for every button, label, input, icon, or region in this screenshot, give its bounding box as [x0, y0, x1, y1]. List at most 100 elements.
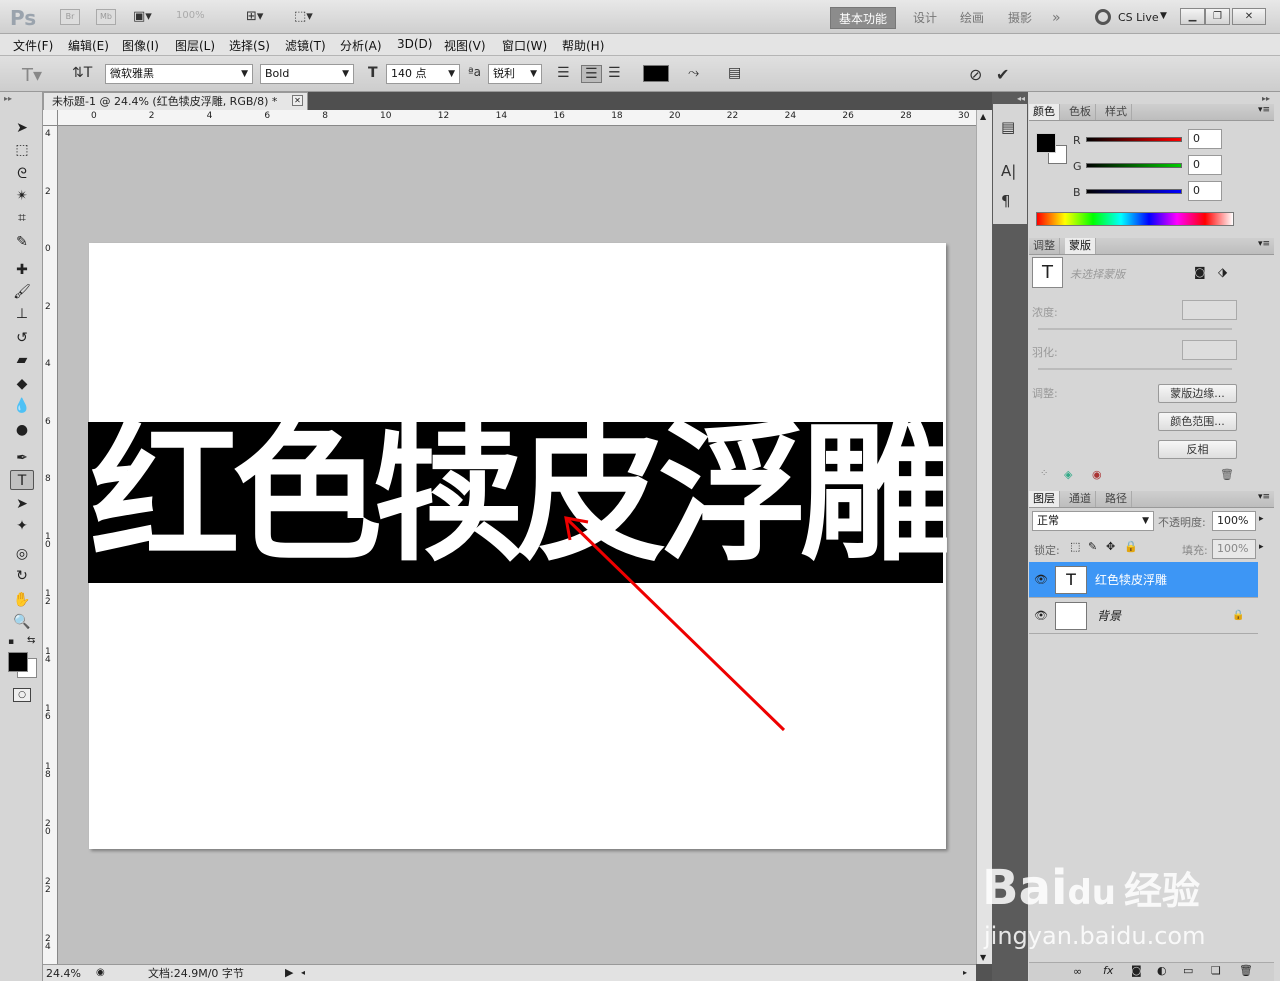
fill-slider-arrow-icon[interactable]: ▸	[1259, 542, 1264, 552]
zoom-field[interactable]: 24.4%	[46, 966, 81, 981]
healing-brush-tool-icon[interactable]: ✚	[10, 260, 34, 280]
g-slider[interactable]	[1086, 163, 1182, 168]
b-value-field[interactable]: 0	[1188, 181, 1222, 201]
menu-analysis[interactable]: 分析(A)	[340, 37, 382, 54]
scroll-left-icon[interactable]: ◂	[301, 965, 305, 980]
lasso-tool-icon[interactable]: ᘓ	[10, 164, 34, 184]
menu-help[interactable]: 帮助(H)	[562, 37, 604, 54]
layer-row-background[interactable]: 👁 背景 🔒	[1029, 598, 1258, 634]
align-center-icon[interactable]: ☰	[581, 65, 602, 83]
menu-filter[interactable]: 滤镜(T)	[285, 37, 326, 54]
tab-color[interactable]: 颜色	[1029, 104, 1060, 120]
magic-wand-tool-icon[interactable]: ✴	[10, 186, 34, 206]
minimize-button[interactable]: ▁	[1180, 8, 1205, 25]
tab-channels[interactable]: 通道	[1065, 491, 1096, 507]
hand-tool-icon[interactable]: ✋	[10, 590, 34, 610]
commit-edit-icon[interactable]: ✔	[996, 65, 1009, 84]
scroll-up-icon[interactable]: ▲	[980, 112, 986, 121]
align-left-icon[interactable]: ☰	[557, 65, 570, 81]
align-right-icon[interactable]: ☰	[608, 65, 621, 81]
foreground-color-swatch[interactable]	[8, 652, 28, 672]
horizontal-ruler[interactable]: 0 2 4 6 8 10 12 14 16 18 20 22 24 26 28 30	[58, 110, 976, 126]
scroll-right-icon[interactable]: ▸	[963, 965, 967, 980]
text-orientation-icon[interactable]: ⇅T	[72, 65, 92, 81]
delete-layer-icon[interactable]: 🗑	[1239, 964, 1253, 977]
r-value-field[interactable]: 0	[1188, 129, 1222, 149]
path-selection-tool-icon[interactable]: ➤	[10, 494, 34, 514]
status-menu-arrow-icon[interactable]: ▶	[285, 965, 293, 980]
canvas-text-layer[interactable]: 红色犊皮浮雕	[90, 410, 950, 580]
tab-adjustments[interactable]: 调整	[1029, 238, 1060, 254]
color-foreground-swatch[interactable]	[1036, 133, 1056, 153]
collapse-icon[interactable]: ▸▸	[4, 94, 12, 103]
font-family-select[interactable]: 微软雅黑 ▼	[105, 64, 253, 84]
menu-image[interactable]: 图像(I)	[122, 37, 159, 54]
eraser-tool-icon[interactable]: ▰	[10, 350, 34, 370]
3d-rotate-tool-icon[interactable]: ◎	[10, 544, 34, 564]
quick-mask-icon[interactable]: ○	[13, 688, 31, 702]
warp-text-icon[interactable]: ⤳	[688, 65, 699, 81]
eye-icon[interactable]: 👁	[1034, 598, 1048, 634]
panel-menu-icon[interactable]: ▾≡	[1258, 239, 1270, 249]
workspace-painting[interactable]: 绘画	[952, 7, 992, 29]
tab-masks[interactable]: 蒙版	[1065, 238, 1096, 254]
paint-bucket-tool-icon[interactable]: ◆	[10, 374, 34, 394]
cancel-edit-icon[interactable]: ⊘	[969, 65, 982, 84]
history-brush-tool-icon[interactable]: ↺	[10, 328, 34, 348]
restore-button[interactable]: ❐	[1205, 8, 1230, 25]
zoom-tool-icon[interactable]: 🔍	[10, 612, 34, 632]
character-panel-icon[interactable]: A|	[1001, 162, 1016, 180]
tab-paths[interactable]: 路径	[1101, 491, 1132, 507]
brush-tool-icon[interactable]: 🖌	[10, 282, 34, 302]
tab-styles[interactable]: 样式	[1101, 104, 1132, 120]
more-workspaces-button[interactable]: »	[1044, 7, 1069, 29]
menu-layer[interactable]: 图层(L)	[175, 37, 215, 54]
collapse-panels-icon[interactable]: ▸▸	[1262, 94, 1270, 103]
apply-mask-icon[interactable]: ◈	[1064, 468, 1072, 481]
marquee-tool-icon[interactable]: ⬚	[10, 140, 34, 160]
scroll-down-icon[interactable]: ▼	[980, 953, 986, 962]
font-size-select[interactable]: 140 点 ▼	[386, 64, 460, 84]
add-mask-icon[interactable]: ◙	[1131, 964, 1142, 977]
eye-icon[interactable]: 👁	[1034, 562, 1048, 598]
disable-mask-icon[interactable]: ◉	[1092, 468, 1102, 481]
blur-tool-icon[interactable]: 💧	[10, 396, 34, 416]
menu-view[interactable]: 视图(V)	[444, 37, 486, 54]
crop-tool-icon[interactable]: ⌗	[10, 208, 34, 228]
menu-window[interactable]: 窗口(W)	[502, 37, 547, 54]
history-panel-icon[interactable]: ▤	[1001, 118, 1015, 136]
3d-orbit-tool-icon[interactable]: ↻	[10, 566, 34, 586]
layer-style-icon[interactable]: fx	[1103, 964, 1113, 977]
workspace-design[interactable]: 设计	[905, 7, 945, 29]
type-tool-icon[interactable]: T	[10, 470, 34, 490]
load-selection-icon[interactable]: ⁘	[1040, 468, 1048, 479]
new-layer-icon[interactable]: ❏	[1211, 964, 1221, 977]
dodge-tool-icon[interactable]: ●	[10, 420, 34, 440]
document-info[interactable]: 文档:24.9M/0 字节	[148, 966, 244, 981]
lock-pixels-icon[interactable]: ✎	[1088, 540, 1097, 553]
antialias-select[interactable]: 锐利 ▼	[488, 64, 542, 84]
vertical-ruler[interactable]: 4 2 0 2 4 6 8 1 0 1 2 1 4 1 6 1 8 2 0 2 2 2 4	[43, 126, 58, 964]
opacity-slider-arrow-icon[interactable]: ▸	[1259, 514, 1264, 524]
document-tab[interactable]: 未标题-1 @ 24.4% (红色犊皮浮雕, RGB/8) *	[43, 92, 308, 110]
workspace-essentials[interactable]: 基本功能	[830, 7, 897, 29]
add-pixel-mask-icon[interactable]: ◙	[1194, 265, 1206, 279]
panel-menu-icon[interactable]: ▾≡	[1258, 105, 1270, 115]
fill-field[interactable]: 100%	[1212, 539, 1256, 559]
vertical-scrollbar[interactable]: ▲ ▼	[976, 110, 992, 964]
shape-tool-icon[interactable]: ✦	[10, 516, 34, 536]
menu-3d[interactable]: 3D(D)	[397, 37, 432, 51]
cs-live-menu[interactable]: CS Live	[1118, 11, 1159, 24]
clone-stamp-tool-icon[interactable]: ⊥	[10, 304, 34, 324]
panel-menu-icon[interactable]: ▾≡	[1258, 492, 1270, 502]
close-document-icon[interactable]: ✕	[292, 95, 303, 106]
color-range-button[interactable]: 颜色范围...	[1158, 412, 1237, 431]
mini-bridge-button[interactable]: Mb	[96, 9, 116, 25]
zoom-level-menu[interactable]: 100%	[176, 10, 205, 21]
add-vector-mask-icon[interactable]: ⬗	[1218, 265, 1227, 279]
delete-mask-icon[interactable]: 🗑	[1220, 468, 1234, 481]
default-colors-icon[interactable]: ▪	[8, 637, 14, 647]
eyedropper-tool-icon[interactable]: ✎	[10, 232, 34, 252]
swap-colors-icon[interactable]: ⇆	[27, 635, 35, 646]
lock-transparency-icon[interactable]: ⬚	[1070, 540, 1080, 553]
